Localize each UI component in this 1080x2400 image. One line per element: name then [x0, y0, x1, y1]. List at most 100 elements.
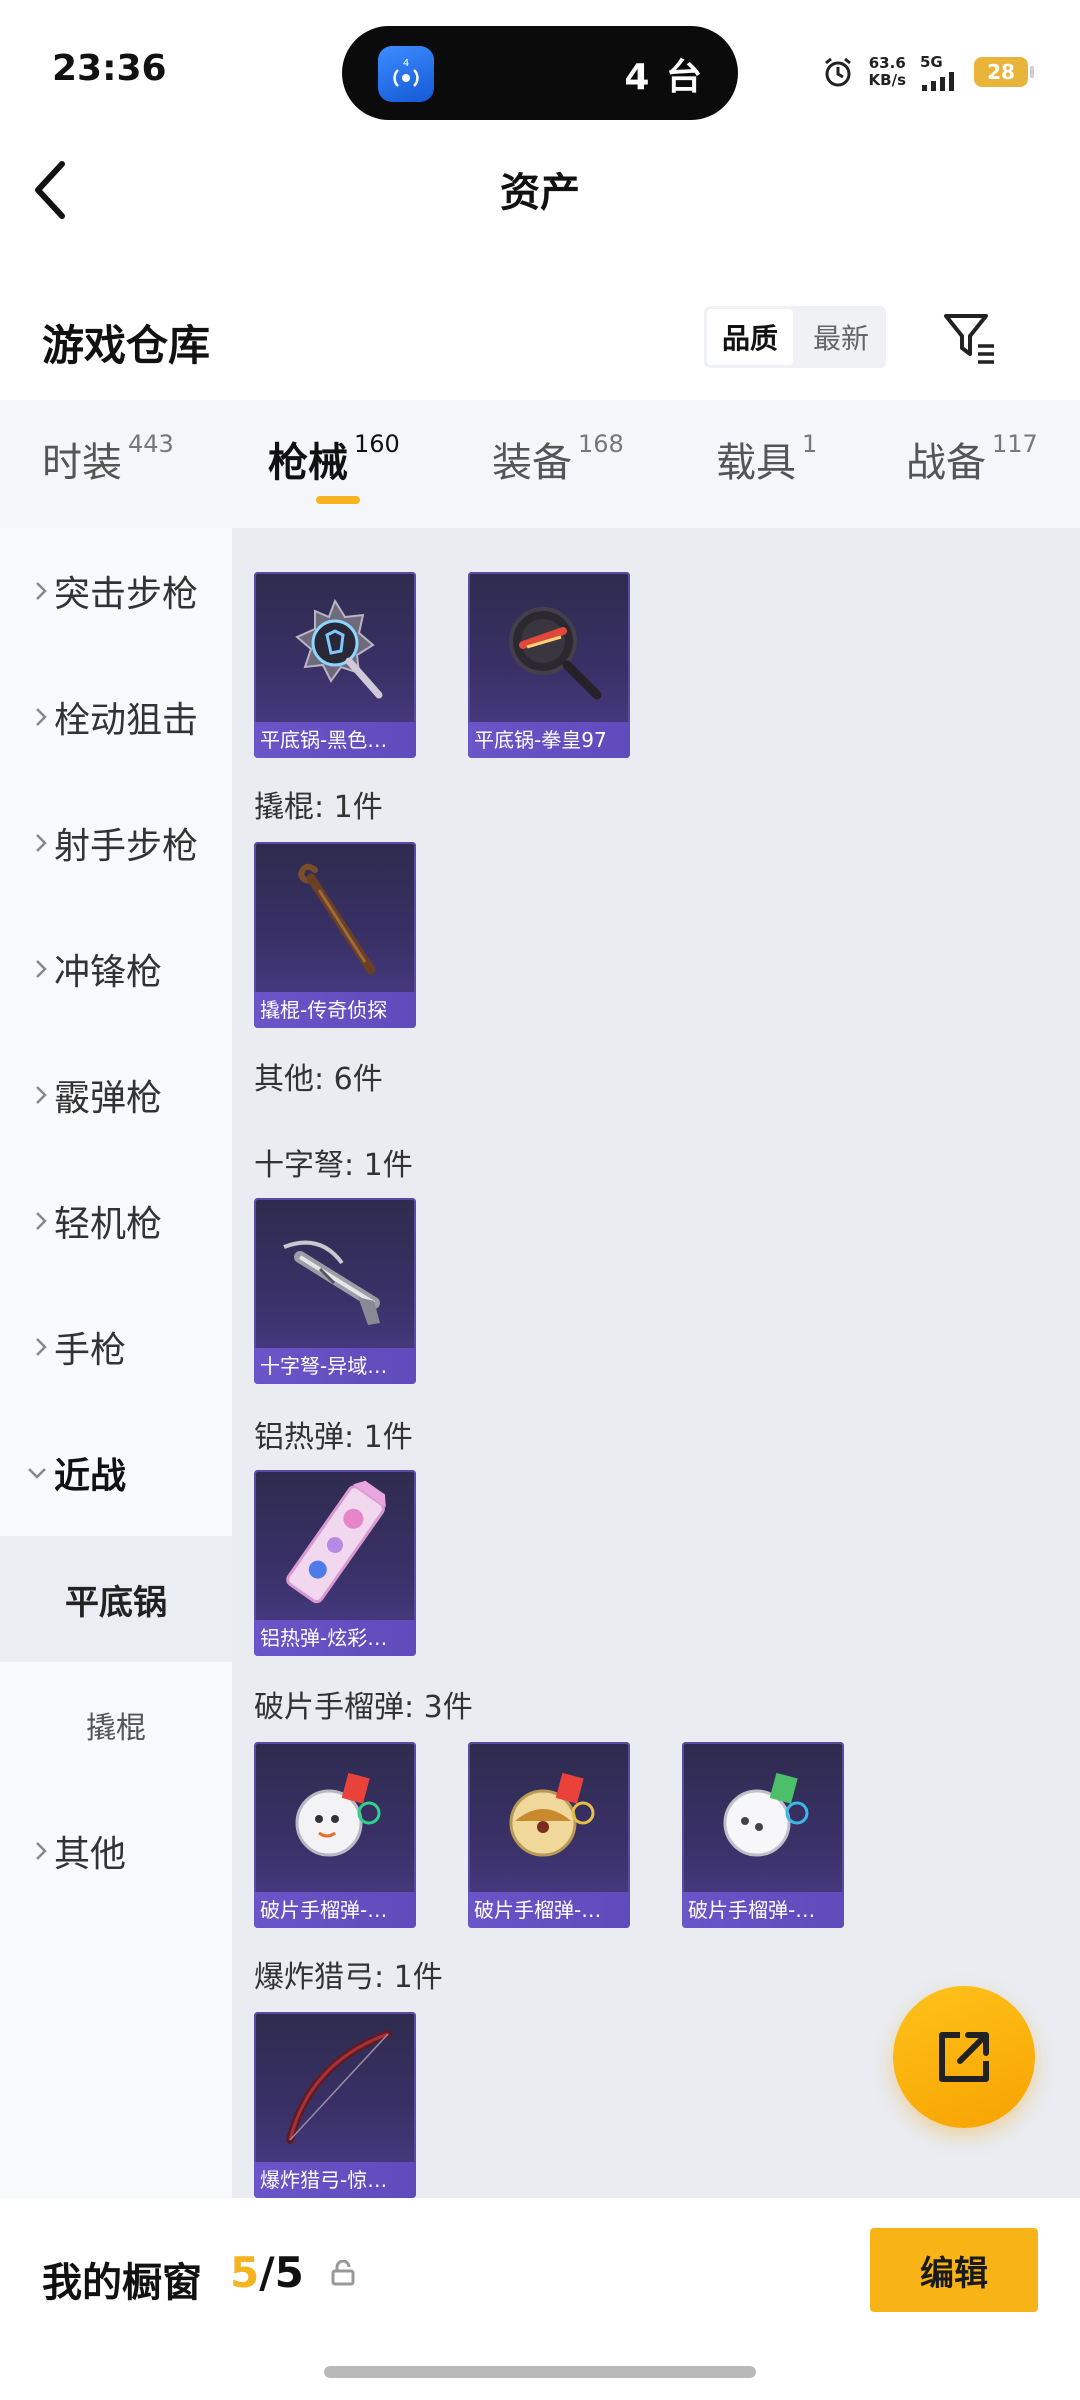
- tab-equipment[interactable]: 装备 168: [492, 430, 624, 488]
- item-name: 十字弩-异域…: [254, 1348, 416, 1384]
- sidebar-item-label: 近战: [54, 1456, 127, 1497]
- sidebar-item-label: 栓动狙击: [54, 700, 199, 741]
- filter-icon: [944, 314, 994, 364]
- tab-combat-gear[interactable]: 战备 117: [906, 430, 1038, 488]
- tab-label: 载具: [716, 440, 796, 486]
- showcase-count: 5/5: [230, 2248, 304, 2297]
- tab-count: 160: [354, 430, 400, 458]
- broadcast-icon: 4: [378, 46, 434, 102]
- sidebar-subitem-pan[interactable]: 平底锅: [0, 1536, 232, 1662]
- net-type: 5G: [920, 53, 943, 71]
- item-card[interactable]: 十字弩-异域…: [254, 1198, 416, 1384]
- signal-icon: [922, 72, 954, 91]
- crowbar-icon: [254, 842, 416, 992]
- showcase-label: 我的橱窗: [42, 2260, 202, 2306]
- sidebar-subitem-label: 撬棍: [86, 1711, 146, 1746]
- sidebar-item-pistol[interactable]: 手枪: [0, 1284, 232, 1410]
- item-card[interactable]: 撬棍-传奇侦探: [254, 842, 416, 1028]
- sidebar-item-label: 射手步枪: [54, 826, 199, 867]
- tab-label: 战备: [906, 440, 986, 486]
- section-label: 其他: 6件: [254, 1062, 383, 1097]
- section-label: 爆炸猎弓: 1件: [254, 1960, 443, 1995]
- item-card[interactable]: 爆炸猎弓-惊…: [254, 2012, 416, 2198]
- tab-count: 443: [128, 430, 174, 458]
- section-label: 铝热弹: 1件: [254, 1420, 413, 1455]
- item-list: 平底锅-黑色… 平底锅-拳皇97 撬棍: 1件 撬棍-传奇侦探 其他: 6件 十…: [232, 528, 1080, 2198]
- cellular: 5G: [920, 53, 960, 91]
- chevron-right-icon: [36, 960, 47, 978]
- status-icons: 63.6 KB/s 5G 28: [821, 50, 1034, 94]
- tab-fashion[interactable]: 时装 443: [42, 430, 174, 488]
- page-title: 资产: [500, 170, 580, 216]
- sidebar-item-shotgun[interactable]: 霰弹枪: [0, 1032, 232, 1158]
- item-name: 撬棍-传奇侦探: [254, 992, 416, 1028]
- warehouse-title: 游戏仓库: [42, 321, 211, 370]
- sort-quality-button[interactable]: 品质: [707, 309, 793, 365]
- dynamic-island[interactable]: 4 4 台: [342, 26, 738, 120]
- sidebar-item-melee[interactable]: 近战: [0, 1410, 232, 1536]
- grenade-icon: [254, 1742, 416, 1892]
- pan-icon: [468, 572, 630, 722]
- grenade-icon: [682, 1742, 844, 1892]
- sidebar-item-lmg[interactable]: 轻机枪: [0, 1158, 232, 1284]
- item-name: 铝热弹-炫彩…: [254, 1620, 416, 1656]
- sidebar-item-assault-rifle[interactable]: 突击步枪: [0, 528, 232, 654]
- item-card[interactable]: 破片手榴弹-…: [468, 1742, 630, 1928]
- thermite-grenade-icon: [254, 1470, 416, 1620]
- item-name: 平底锅-黑色…: [254, 722, 416, 758]
- chevron-right-icon: [36, 1212, 47, 1230]
- sidebar-item-label: 霰弹枪: [54, 1078, 163, 1119]
- tab-label: 时装: [42, 440, 122, 486]
- warehouse-header: 游戏仓库 品质 最新: [0, 290, 1080, 386]
- net-speed: 63.6 KB/s: [869, 55, 906, 89]
- item-name: 破片手榴弹-…: [254, 1892, 416, 1928]
- section-label: 破片手榴弹: 3件: [254, 1690, 473, 1725]
- item-card[interactable]: 破片手榴弹-…: [254, 1742, 416, 1928]
- sidebar-item-bolt-sniper[interactable]: 栓动狙击: [0, 654, 232, 780]
- sidebar-subitem-label: 平底锅: [65, 1582, 167, 1623]
- item-name: 破片手榴弹-…: [468, 1892, 630, 1928]
- sidebar-item-label: 冲锋枪: [54, 952, 163, 993]
- crossbow-icon: [254, 1198, 416, 1348]
- filter-button[interactable]: [940, 308, 1000, 368]
- tab-guns[interactable]: 枪械 160: [268, 430, 400, 488]
- pan-icon: [254, 572, 416, 722]
- chevron-right-icon: [36, 708, 47, 726]
- item-name: 爆炸猎弓-惊…: [254, 2162, 416, 2198]
- chevron-right-icon: [36, 1338, 47, 1356]
- sidebar-item-other[interactable]: 其他: [0, 1788, 232, 1914]
- chevron-right-icon: [36, 1086, 47, 1104]
- battery-indicator: 28: [974, 57, 1034, 87]
- sidebar-item-label: 手枪: [54, 1330, 127, 1371]
- sort-newest-button[interactable]: 最新: [796, 306, 886, 368]
- item-card[interactable]: 平底锅-黑色…: [254, 572, 416, 758]
- sidebar-subitem-crowbar[interactable]: 撬棍: [0, 1662, 232, 1788]
- chevron-down-icon: [28, 1468, 46, 1479]
- status-time: 23:36: [52, 48, 167, 89]
- island-count: 4 台: [624, 57, 704, 98]
- alarm-icon: [824, 57, 851, 87]
- item-card[interactable]: 平底锅-拳皇97: [468, 572, 630, 758]
- tab-count: 1: [802, 430, 818, 458]
- tab-count: 117: [992, 430, 1038, 458]
- island-badge: 4: [403, 58, 409, 69]
- edit-button[interactable]: 编辑: [870, 2228, 1038, 2312]
- item-card[interactable]: 破片手榴弹-…: [682, 1742, 844, 1928]
- active-tab-indicator: [316, 496, 360, 504]
- sidebar-item-label: 其他: [54, 1834, 127, 1875]
- item-name: 破片手榴弹-…: [682, 1892, 844, 1928]
- chevron-right-icon: [36, 834, 47, 852]
- tab-label: 装备: [492, 440, 572, 486]
- sidebar-item-smg[interactable]: 冲锋枪: [0, 906, 232, 1032]
- share-button[interactable]: [893, 1986, 1035, 2128]
- tab-vehicles[interactable]: 载具 1: [716, 430, 817, 488]
- item-name: 平底锅-拳皇97: [468, 722, 630, 758]
- item-card[interactable]: 铝热弹-炫彩…: [254, 1470, 416, 1656]
- sidebar-item-marksman-rifle[interactable]: 射手步枪: [0, 780, 232, 906]
- net-speed-unit: KB/s: [868, 71, 906, 89]
- chevron-right-icon: [36, 1842, 47, 1860]
- category-tabs: 时装 443 枪械 160 装备 168 载具 1 战备 117: [0, 400, 1080, 528]
- home-indicator[interactable]: [324, 2366, 756, 2378]
- grenade-icon: [468, 1742, 630, 1892]
- net-speed-value: 63.6: [868, 54, 906, 72]
